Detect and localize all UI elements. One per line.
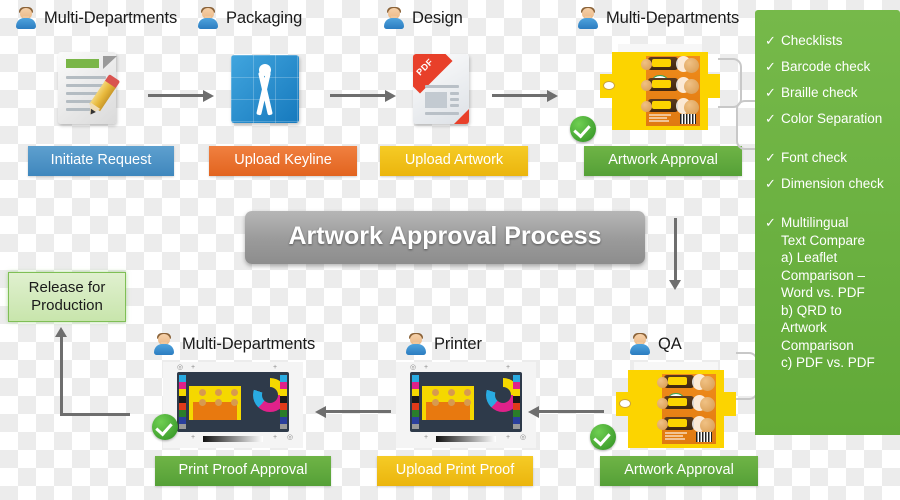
check-mark-icon: ✓	[765, 33, 776, 48]
release-for-production-box[interactable]: Release for Production	[8, 272, 126, 322]
check-mark-icon: ✓	[765, 215, 776, 230]
actor-printer: Printer	[404, 332, 482, 356]
actor-packaging: Packaging	[196, 6, 302, 30]
artwork-approval-process-diagram: Multi-Departments Initiate Request Packa…	[0, 0, 900, 500]
release-line-2: Production	[31, 297, 103, 314]
ml-line: Word vs. PDF	[781, 285, 865, 300]
checklist-item-label: Braille check	[781, 85, 858, 100]
checklist-panel: ✓ Checklists ✓ Barcode check ✓ Braille c…	[755, 10, 900, 435]
actor-label: Multi-Departments	[606, 8, 740, 27]
actor-design: Design	[382, 6, 463, 30]
checklist-item-label: Color Separation	[781, 111, 883, 126]
actor-label: Printer	[434, 334, 482, 353]
ml-line: Comparison	[781, 337, 854, 353]
checklist-item-label: Checklists	[781, 33, 843, 48]
connector-bracket-top	[718, 58, 742, 108]
arrow-qa-to-printer	[528, 405, 604, 418]
actor-label: Multi-Departments	[182, 334, 316, 353]
arrow-up-to-release	[55, 327, 67, 339]
elbow-connector-to-release	[60, 330, 130, 416]
ml-line: Multilingual	[781, 215, 849, 230]
actor-multi-departments-1: Multi-Departments	[14, 6, 177, 30]
ml-line: Artwork	[781, 320, 827, 335]
check-mark-icon: ✓	[765, 85, 776, 100]
checklist-item: ✓ Checklists	[765, 32, 890, 49]
checklist-group-two: ✓ Font check ✓ Dimension check	[765, 149, 890, 192]
checklist-group-one: ✓ Checklists ✓ Barcode check ✓ Braille c…	[765, 32, 890, 127]
checklist-item-label: Dimension check	[781, 176, 884, 191]
arrow-step2-to-step3	[330, 89, 398, 102]
actor-label: Design	[412, 8, 463, 27]
pdf-document-icon: PDF	[413, 54, 471, 126]
actor-multi-departments-3: Multi-Departments	[152, 332, 315, 356]
checklist-group-three: ✓ Multilingual Text Compare a) Leaflet C…	[765, 214, 890, 372]
approved-check-icon-print-proof	[152, 414, 178, 440]
document-pencil-icon	[58, 52, 128, 132]
ml-line: a) Leaflet	[781, 250, 838, 265]
checklist-item-label: Font check	[781, 150, 848, 165]
arrow-step1-to-step2	[148, 89, 216, 102]
actor-label: QA	[658, 334, 682, 353]
label-initiate-request[interactable]: Initiate Request	[28, 146, 174, 176]
actor-label: Packaging	[226, 8, 303, 27]
checklist-item: ✓ Font check	[765, 149, 890, 166]
label-upload-keyline[interactable]: Upload Keyline	[209, 146, 357, 176]
person-icon	[152, 332, 176, 356]
ml-line: Text Compare	[781, 232, 866, 248]
check-mark-icon: ✓	[765, 176, 776, 191]
arrow-printer-to-multidept	[315, 405, 391, 418]
person-icon	[404, 332, 428, 356]
press-proof-icon-2: ◎ + + + + ◎	[396, 362, 536, 448]
label-upload-print-proof[interactable]: Upload Print Proof	[377, 456, 533, 486]
person-icon	[576, 6, 600, 30]
multilingual-text-block: Multilingual Text Compare a) Leaflet Com…	[781, 214, 890, 372]
press-proof-icon-1: ◎ + + + + ◎	[163, 362, 303, 448]
carton-artwork-icon-qa	[616, 362, 736, 454]
checklist-item: ✓ Dimension check	[765, 175, 890, 192]
person-icon	[14, 6, 38, 30]
actor-label: Multi-Departments	[44, 8, 178, 27]
checklist-item-label: Barcode check	[781, 59, 871, 74]
ml-line: c) PDF vs. PDF	[781, 355, 875, 370]
label-print-proof-approval[interactable]: Print Proof Approval	[155, 456, 331, 486]
checklist-item-multilingual: ✓ Multilingual Text Compare a) Leaflet C…	[765, 214, 890, 372]
blueprint-compass-icon	[231, 55, 299, 123]
label-artwork-approval-top[interactable]: Artwork Approval	[584, 146, 742, 176]
release-line-1: Release for	[28, 279, 106, 296]
checklist-item: ✓ Barcode check	[765, 58, 890, 75]
label-artwork-approval-qa[interactable]: Artwork Approval	[600, 456, 758, 486]
ml-line: Comparison –	[781, 267, 866, 283]
actor-qa: QA	[628, 332, 682, 356]
approved-check-icon-qa	[590, 424, 616, 450]
arrow-top-to-bottom-flow	[669, 218, 681, 292]
checklist-item: ✓ Braille check	[765, 84, 890, 101]
approved-check-icon-top	[570, 116, 596, 142]
arrow-step3-to-step4	[492, 89, 560, 102]
person-icon	[382, 6, 406, 30]
label-upload-artwork[interactable]: Upload Artwork	[380, 146, 528, 176]
check-mark-icon: ✓	[765, 150, 776, 165]
carton-artwork-icon	[600, 44, 720, 136]
person-icon	[196, 6, 220, 30]
check-mark-icon: ✓	[765, 111, 776, 126]
ml-line: b) QRD to	[781, 302, 842, 318]
checklist-item: ✓ Color Separation	[765, 110, 890, 127]
page-title: Artwork Approval Process	[245, 211, 645, 264]
actor-multi-departments-2: Multi-Departments	[576, 6, 739, 30]
check-mark-icon: ✓	[765, 59, 776, 74]
person-icon	[628, 332, 652, 356]
